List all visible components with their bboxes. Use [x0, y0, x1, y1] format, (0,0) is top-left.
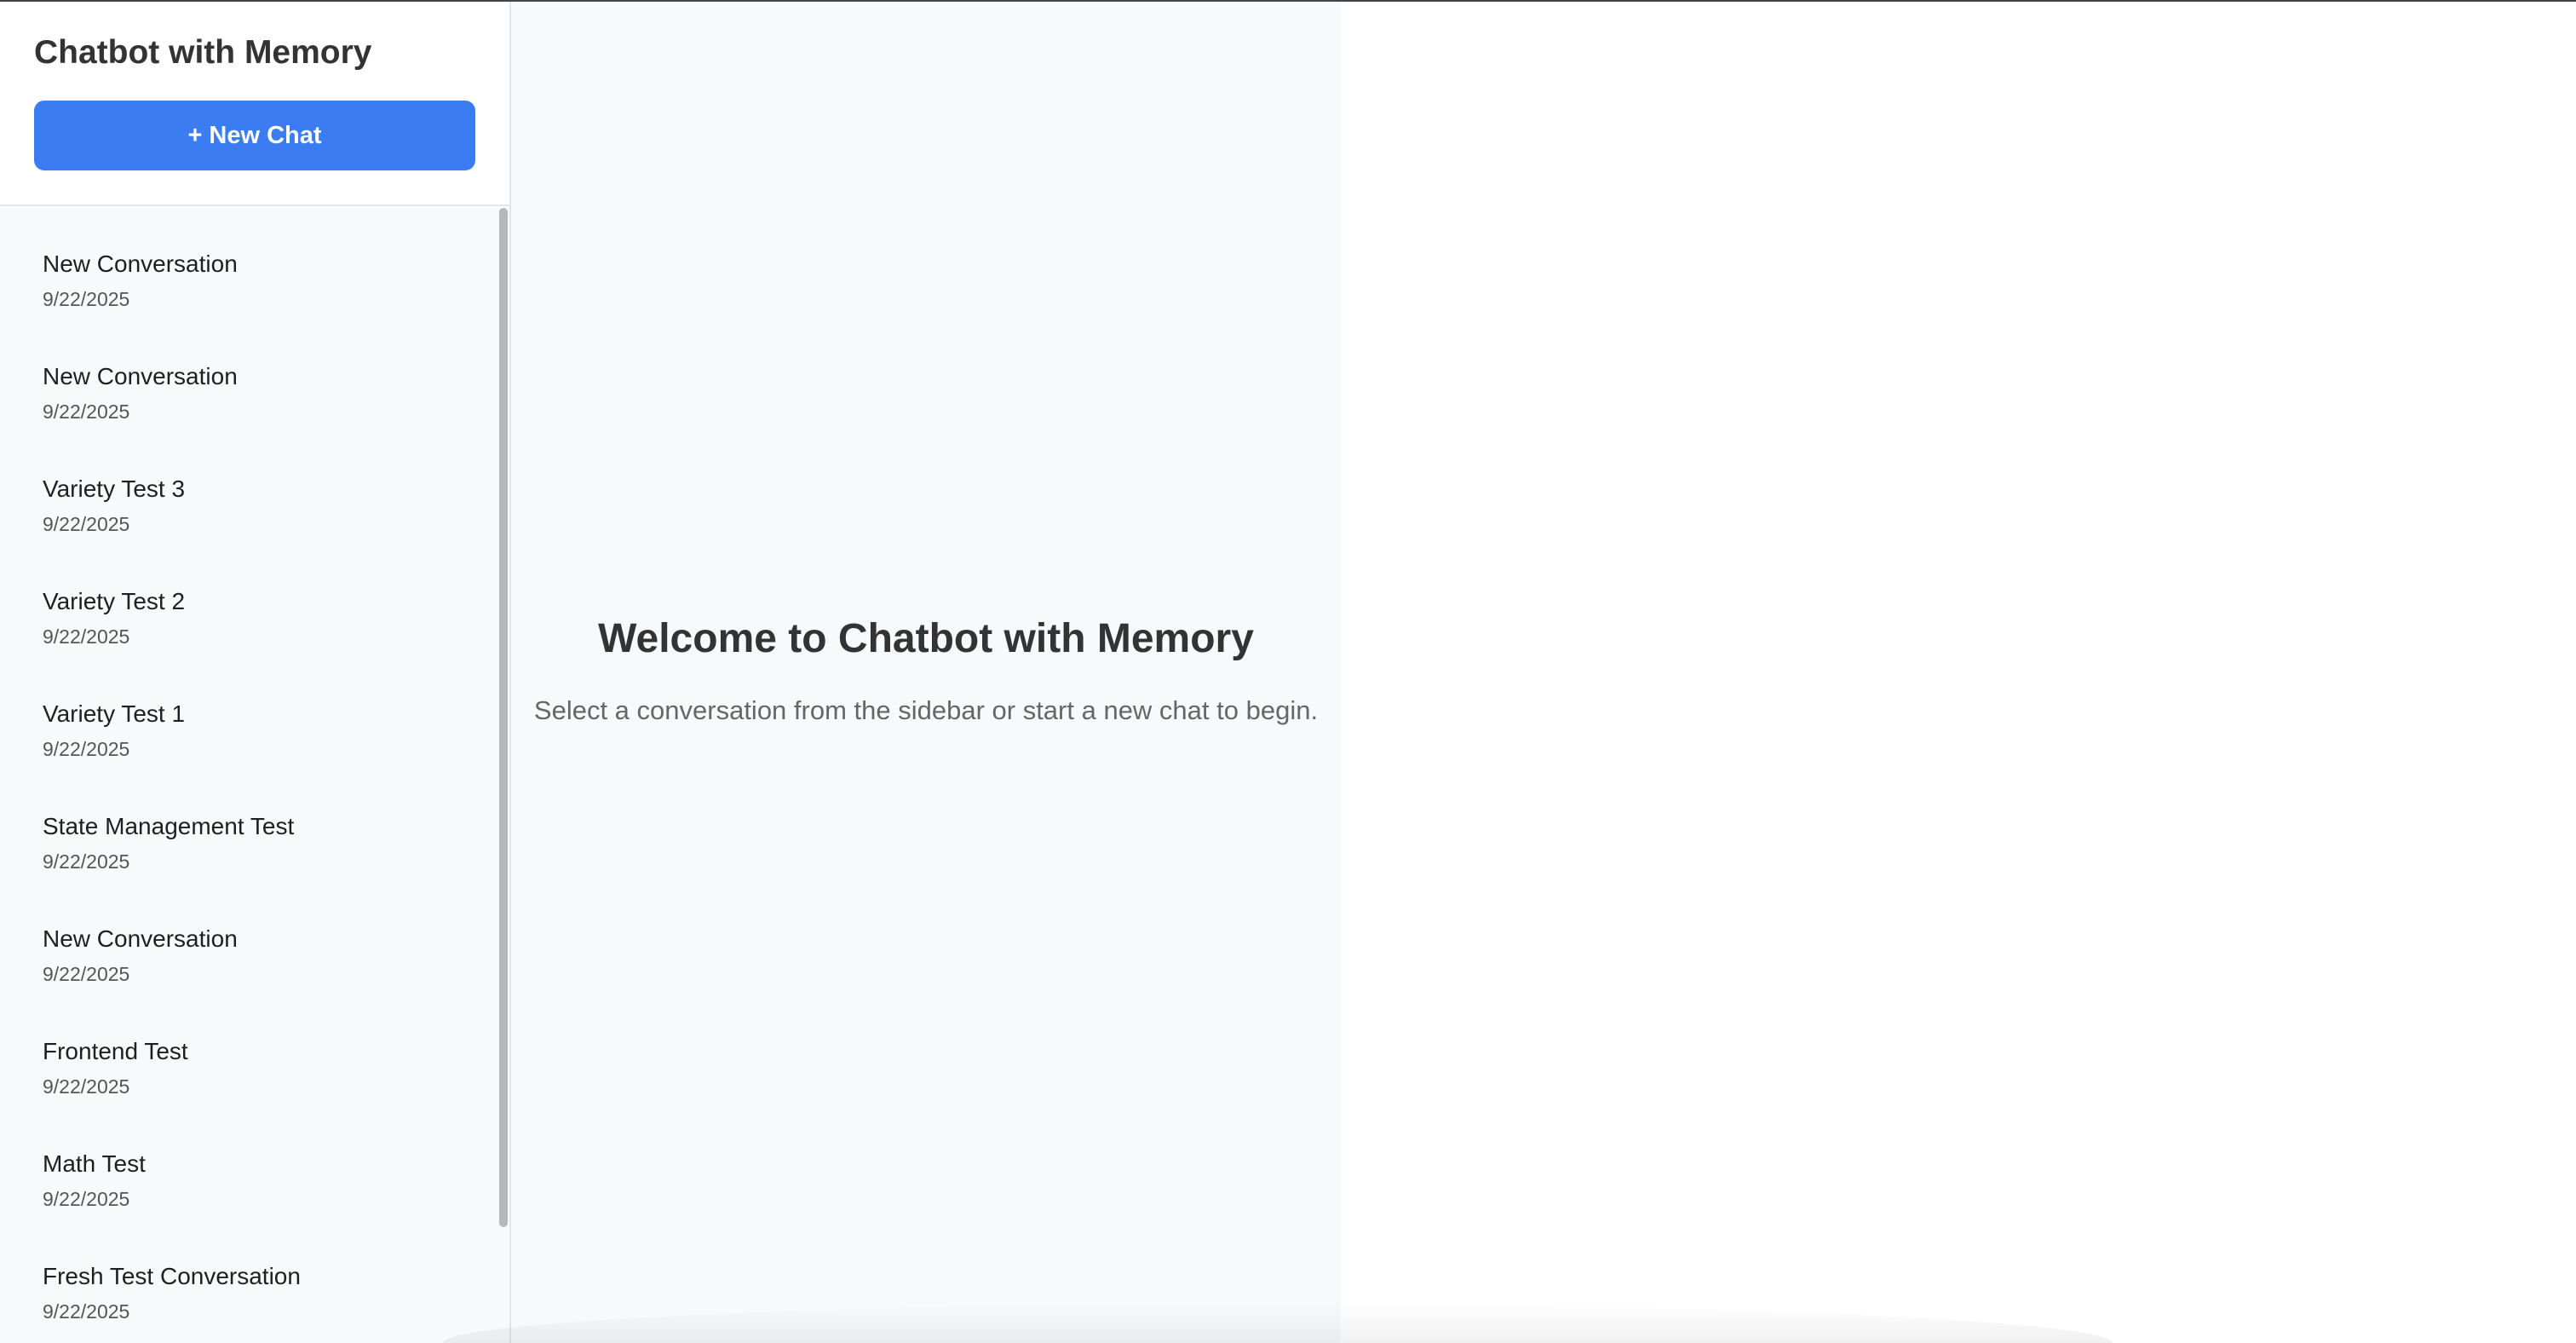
conversation-item[interactable]: Variety Test 2 9/22/2025: [0, 545, 497, 658]
conversation-list-scrollbar[interactable]: [497, 208, 509, 1343]
conversation-date: 9/22/2025: [43, 1300, 130, 1323]
conversation-date: 9/22/2025: [43, 288, 130, 310]
conversation-item[interactable]: Fresh Test Conversation 9/22/2025: [0, 1220, 497, 1333]
welcome-subtitle: Select a conversation from the sidebar o…: [533, 695, 1319, 725]
conversation-item[interactable]: Variety Test 3 9/22/2025: [0, 433, 497, 545]
new-chat-button[interactable]: + New Chat: [34, 101, 475, 170]
conversation-title: Fresh Test Conversation: [43, 1263, 301, 1289]
conversation-item[interactable]: Variety Test 1 9/22/2025: [0, 658, 497, 770]
conversation-date: 9/22/2025: [43, 1188, 130, 1210]
conversation-title: Variety Test 1: [43, 700, 186, 727]
app-title: Chatbot with Memory: [34, 34, 372, 71]
conversation-item[interactable]: State Management Test 9/22/2025: [0, 770, 497, 883]
sidebar-header: Chatbot with Memory + New Chat: [0, 2, 509, 206]
conversation-list[interactable]: New Conversation 9/22/2025 New Conversat…: [0, 208, 509, 1343]
conversation-item[interactable]: New Conversation 9/22/2025: [0, 883, 497, 995]
conversation-title: Frontend Test: [43, 1038, 188, 1064]
main-panel: Welcome to Chatbot with Memory Select a …: [511, 2, 1341, 1343]
scrollbar-thumb[interactable]: [499, 208, 508, 1227]
conversation-item[interactable]: Math Test 9/22/2025: [0, 1108, 497, 1220]
conversation-item[interactable]: Frontend Test 9/22/2025: [0, 995, 497, 1108]
conversation-date: 9/22/2025: [43, 1075, 130, 1098]
conversation-date: 9/22/2025: [43, 401, 130, 423]
conversation-title: New Conversation: [43, 251, 238, 277]
conversation-title: New Conversation: [43, 363, 238, 389]
conversation-date: 9/22/2025: [43, 513, 130, 535]
conversation-date: 9/22/2025: [43, 850, 130, 873]
conversation-title: State Management Test: [43, 813, 295, 839]
conversation-item[interactable]: New Conversation 9/22/2025: [0, 320, 497, 433]
conversation-date: 9/22/2025: [43, 963, 130, 985]
sidebar: Chatbot with Memory + New Chat New Conve…: [0, 2, 511, 1343]
conversation-date: 9/22/2025: [43, 625, 130, 648]
conversation-title: New Conversation: [43, 925, 238, 952]
conversation-title: Math Test: [43, 1150, 146, 1177]
conversation-title: Variety Test 2: [43, 588, 186, 614]
conversation-title: Variety Test 3: [43, 476, 186, 502]
conversation-date: 9/22/2025: [43, 738, 130, 760]
conversation-item[interactable]: New Conversation 9/22/2025: [0, 208, 497, 320]
welcome-title: Welcome to Chatbot with Memory: [598, 616, 1254, 661]
